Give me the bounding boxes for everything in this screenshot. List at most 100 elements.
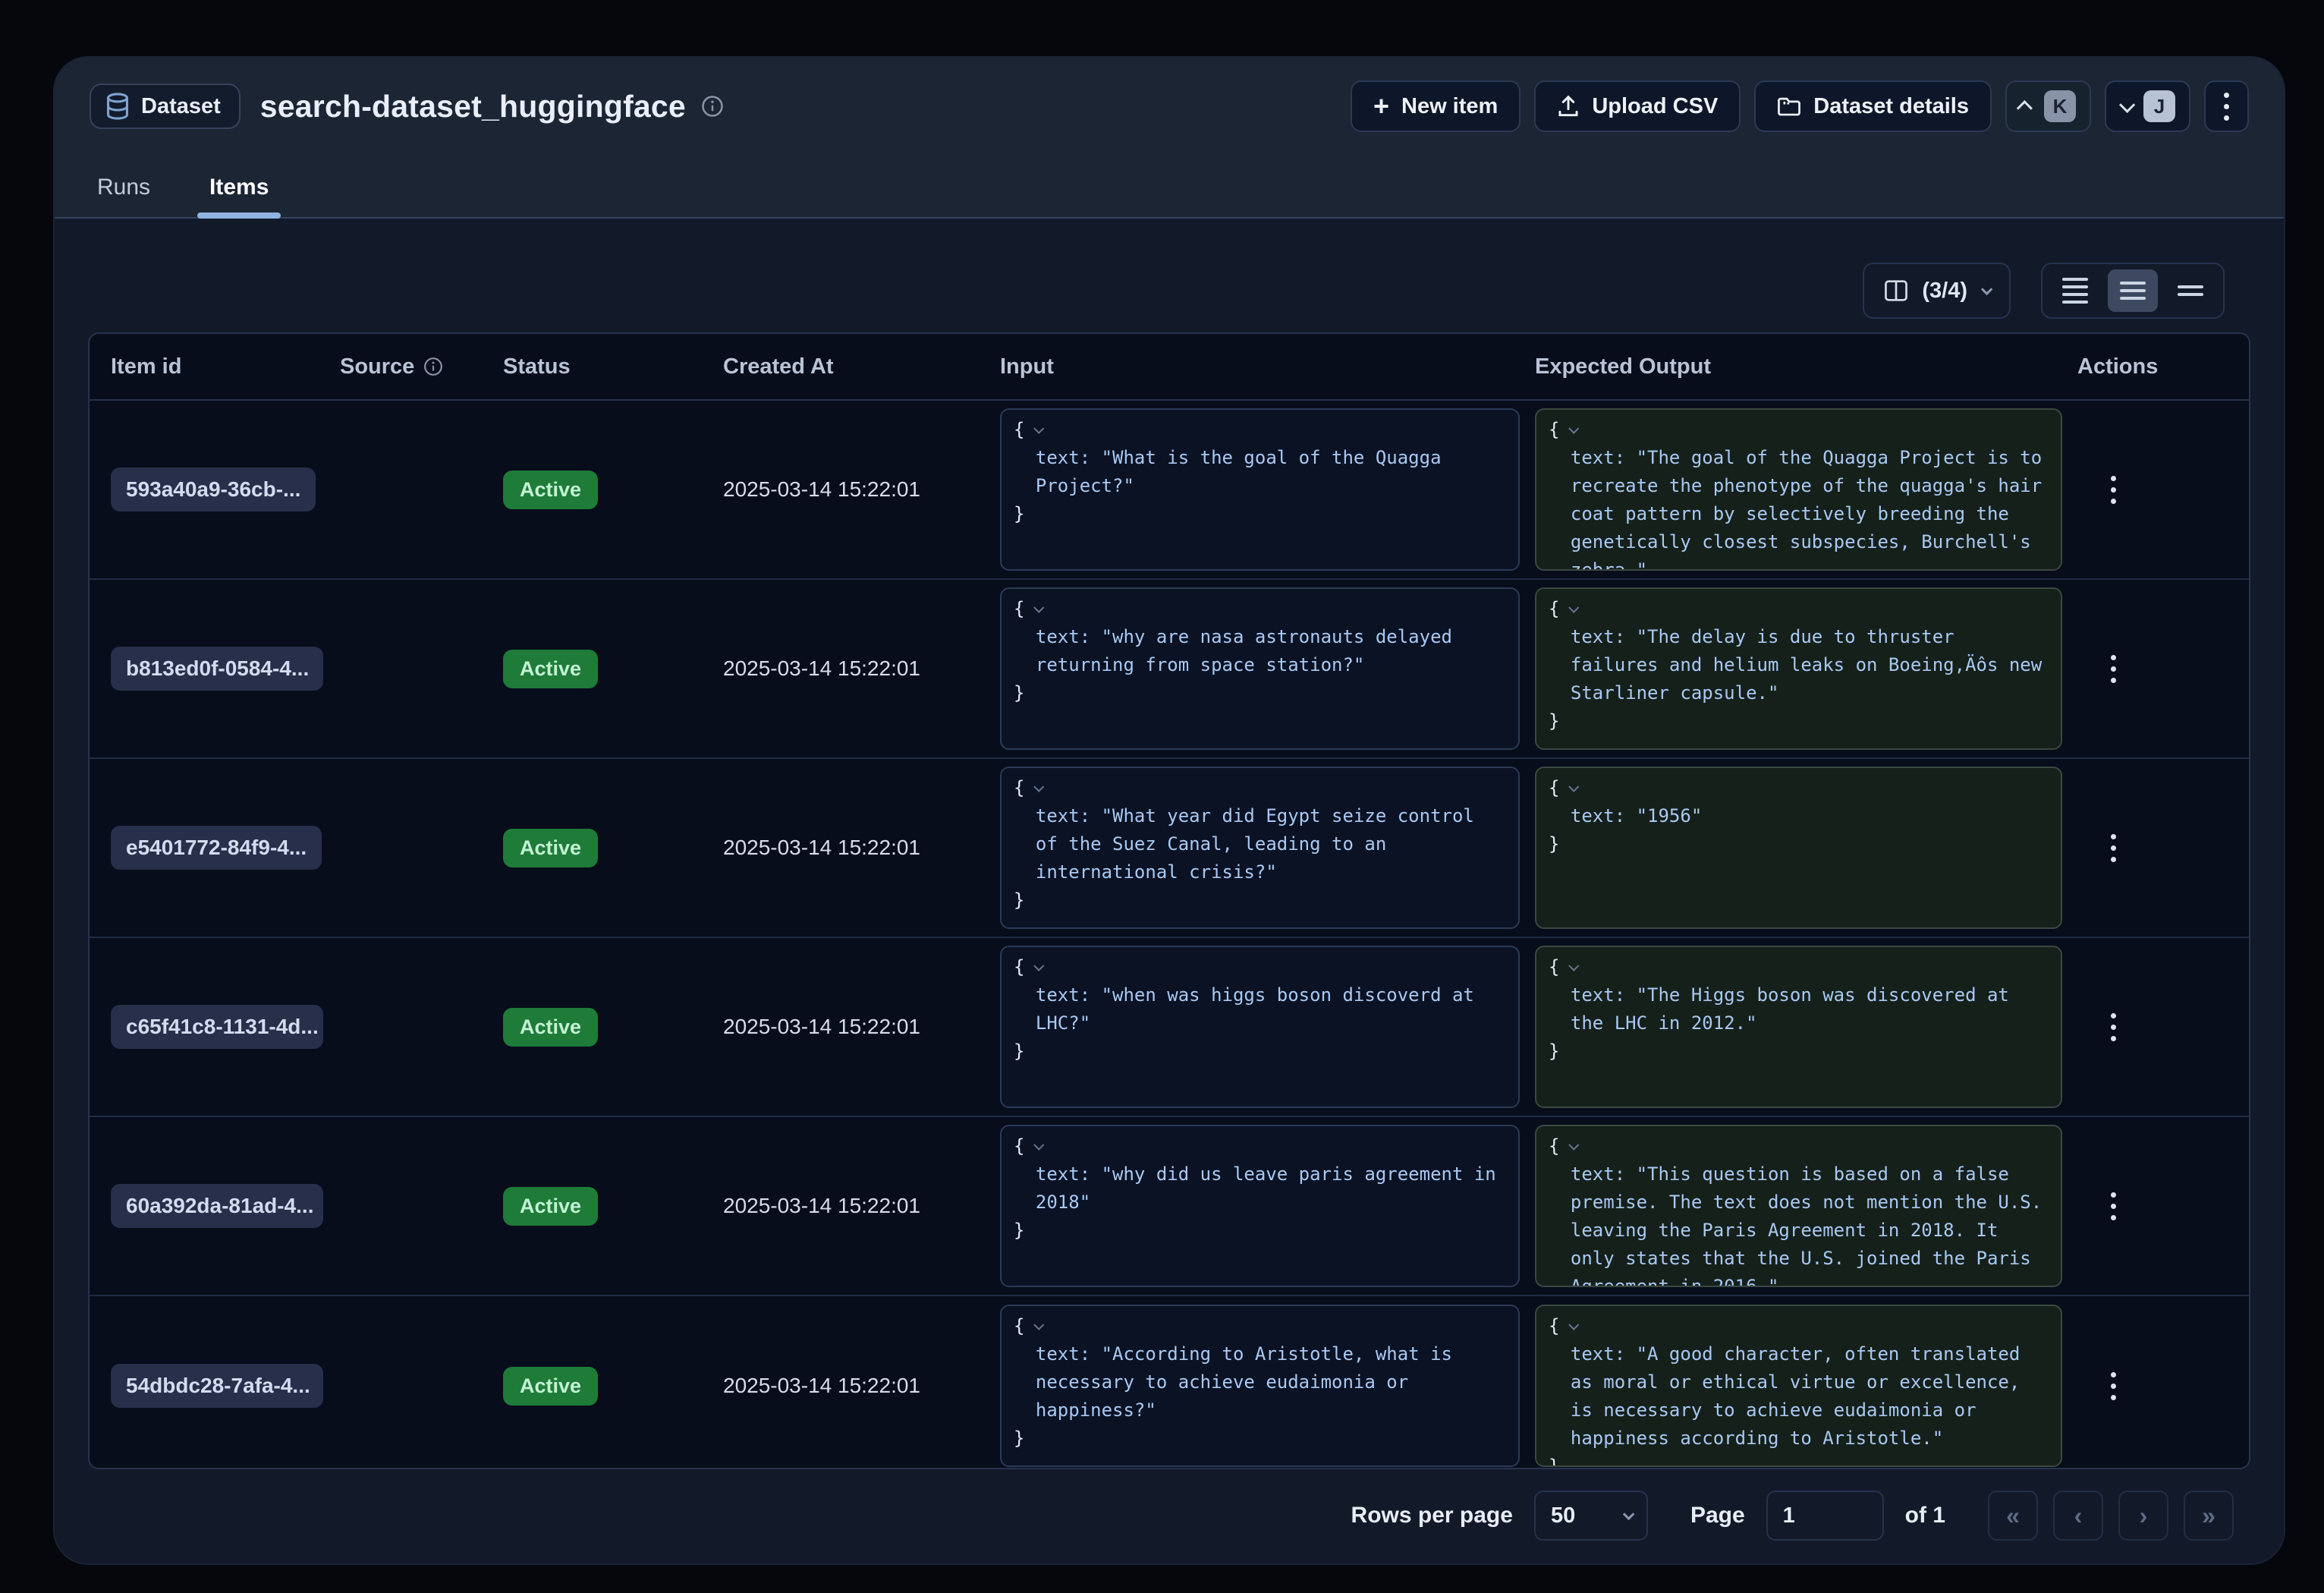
input-json-cell[interactable]: { text: "What is the goal of the Quagga … bbox=[1000, 408, 1520, 571]
rows-per-page-label: Rows per page bbox=[1351, 1503, 1513, 1528]
density-tall-option[interactable] bbox=[2165, 269, 2216, 312]
new-item-button[interactable]: + New item bbox=[1351, 80, 1521, 132]
first-page-button[interactable]: « bbox=[1988, 1491, 2038, 1541]
status-badge: Active bbox=[503, 650, 598, 688]
expected-output-json-cell[interactable]: { text: "The Higgs boson was discovered … bbox=[1535, 946, 2062, 1108]
input-json-cell[interactable]: { text: "According to Aristotle, what is… bbox=[1000, 1305, 1520, 1467]
pagination-bar: Rows per page 50 Page of 1 « ‹ › » bbox=[55, 1469, 2284, 1562]
row-actions-button[interactable] bbox=[2077, 476, 2250, 504]
tab-items[interactable]: Items bbox=[202, 175, 276, 217]
input-json-text: text: "why did us leave paris agreement … bbox=[1014, 1160, 1505, 1217]
more-options-button[interactable] bbox=[2204, 80, 2249, 132]
chevron-down-icon bbox=[1623, 1508, 1635, 1520]
item-id-pill[interactable]: c65f41c8-1131-4d... bbox=[111, 1005, 323, 1049]
expected-json-text: text: "The delay is due to thruster fail… bbox=[1549, 623, 2047, 707]
status-badge: Active bbox=[503, 471, 598, 509]
collapse-chevron-icon[interactable] bbox=[1034, 782, 1045, 792]
input-json-text: text: "why are nasa astronauts delayed r… bbox=[1014, 623, 1505, 679]
status-badge: Active bbox=[503, 1008, 598, 1047]
info-icon bbox=[423, 357, 443, 376]
item-id-pill[interactable]: 60a392da-81ad-4... bbox=[111, 1184, 323, 1228]
database-icon bbox=[105, 93, 131, 120]
table-row: 60a392da-81ad-4... Active 2025-03-14 15:… bbox=[90, 1117, 2249, 1296]
column-picker-button[interactable]: (3/4) bbox=[1863, 263, 2011, 319]
prev-shortcut-button[interactable]: K bbox=[2005, 80, 2091, 132]
input-json-cell[interactable]: { text: "What year did Egypt seize contr… bbox=[1000, 767, 1520, 929]
shortcut-key-j: J bbox=[2143, 90, 2175, 122]
page-number-input[interactable] bbox=[1766, 1491, 1884, 1541]
main-content: (3/4) Item id Source bbox=[55, 219, 2284, 1562]
collapse-chevron-icon[interactable] bbox=[1569, 423, 1580, 434]
input-json-cell[interactable]: { text: "when was higgs boson discoverd … bbox=[1000, 946, 1520, 1108]
collapse-chevron-icon[interactable] bbox=[1034, 1320, 1045, 1330]
next-page-button[interactable]: › bbox=[2118, 1491, 2168, 1541]
info-icon[interactable] bbox=[701, 95, 724, 118]
dataset-details-label: Dataset details bbox=[1813, 94, 1969, 119]
header: Dataset search-dataset_huggingface + New… bbox=[55, 58, 2284, 219]
dataset-details-button[interactable]: Dataset details bbox=[1754, 80, 1992, 132]
table-row: b813ed0f-0584-4... Active 2025-03-14 15:… bbox=[90, 580, 2249, 759]
chevron-up-icon bbox=[2017, 100, 2033, 116]
density-compact-option[interactable] bbox=[2050, 269, 2100, 312]
new-item-label: New item bbox=[1401, 94, 1498, 119]
tab-runs[interactable]: Runs bbox=[90, 175, 158, 217]
collapse-chevron-icon[interactable] bbox=[1034, 961, 1045, 971]
expected-output-json-cell[interactable]: { text: "The delay is due to thruster fa… bbox=[1535, 587, 2062, 750]
created-at-value: 2025-03-14 15:22:01 bbox=[723, 477, 1000, 502]
input-json-text: text: "when was higgs boson discoverd at… bbox=[1014, 981, 1505, 1037]
table-row: 54dbdc28-7afa-4... Active 2025-03-14 15:… bbox=[90, 1296, 2249, 1469]
collapse-chevron-icon[interactable] bbox=[1569, 782, 1580, 792]
row-actions-button[interactable] bbox=[2077, 834, 2250, 862]
input-json-cell[interactable]: { text: "why did us leave paris agreemen… bbox=[1000, 1125, 1520, 1287]
upload-csv-button[interactable]: Upload CSV bbox=[1534, 80, 1741, 132]
rows-per-page-value: 50 bbox=[1551, 1503, 1575, 1528]
tab-items-label: Items bbox=[209, 175, 269, 200]
app-window: Dataset search-dataset_huggingface + New… bbox=[55, 58, 2284, 1563]
collapse-chevron-icon[interactable] bbox=[1034, 603, 1045, 613]
expected-output-json-cell[interactable]: { text: "The goal of the Quagga Project … bbox=[1535, 408, 2062, 571]
page-title: search-dataset_huggingface bbox=[260, 89, 686, 124]
chevron-down-icon bbox=[1981, 283, 1993, 295]
collapse-chevron-icon[interactable] bbox=[1569, 961, 1580, 971]
item-id-pill[interactable]: 54dbdc28-7afa-4... bbox=[111, 1364, 323, 1408]
column-header-source: Source bbox=[340, 354, 503, 379]
rows-per-page-select[interactable]: 50 bbox=[1534, 1491, 1648, 1541]
input-json-cell[interactable]: { text: "why are nasa astronauts delayed… bbox=[1000, 587, 1520, 750]
table-row: e5401772-84f9-4... Active 2025-03-14 15:… bbox=[90, 759, 2249, 938]
row-actions-button[interactable] bbox=[2077, 1013, 2250, 1041]
next-shortcut-button[interactable]: J bbox=[2105, 80, 2190, 132]
collapse-chevron-icon[interactable] bbox=[1569, 603, 1580, 613]
four-lines-icon bbox=[2062, 278, 2088, 304]
input-json-text: text: "According to Aristotle, what is n… bbox=[1014, 1340, 1505, 1425]
created-at-value: 2025-03-14 15:22:01 bbox=[723, 656, 1000, 681]
expected-json-text: text: "The goal of the Quagga Project is… bbox=[1549, 444, 2047, 571]
column-header-actions: Actions bbox=[2077, 354, 2250, 379]
status-badge: Active bbox=[503, 1187, 598, 1226]
kebab-menu-icon bbox=[2219, 93, 2234, 121]
item-id-pill[interactable]: e5401772-84f9-4... bbox=[111, 826, 322, 870]
item-id-pill[interactable]: 593a40a9-36cb-... bbox=[111, 468, 316, 512]
tab-bar: Runs Items bbox=[90, 175, 276, 217]
table-row: c65f41c8-1131-4d... Active 2025-03-14 15… bbox=[90, 938, 2249, 1117]
item-id-pill[interactable]: b813ed0f-0584-4... bbox=[111, 647, 323, 691]
collapse-chevron-icon[interactable] bbox=[1034, 1140, 1045, 1151]
expected-output-json-cell[interactable]: { text: "1956" } bbox=[1535, 767, 2062, 929]
row-density-toggle bbox=[2041, 263, 2225, 319]
expected-json-text: text: "This question is based on a false… bbox=[1549, 1160, 2047, 1287]
density-medium-option[interactable] bbox=[2108, 269, 2158, 312]
collapse-chevron-icon[interactable] bbox=[1034, 423, 1045, 434]
expected-output-json-cell[interactable]: { text: "This question is based on a fal… bbox=[1535, 1125, 2062, 1287]
page-total-label: of 1 bbox=[1905, 1503, 1945, 1528]
collapse-chevron-icon[interactable] bbox=[1569, 1140, 1580, 1151]
row-actions-button[interactable] bbox=[2077, 1192, 2250, 1220]
expected-output-json-cell[interactable]: { text: "A good character, often transla… bbox=[1535, 1305, 2062, 1467]
column-header-expected-output: Expected Output bbox=[1535, 354, 2077, 379]
collapse-chevron-icon[interactable] bbox=[1569, 1320, 1580, 1330]
row-actions-button[interactable] bbox=[2077, 1372, 2250, 1400]
previous-page-button[interactable]: ‹ bbox=[2053, 1491, 2103, 1541]
row-actions-button[interactable] bbox=[2077, 655, 2250, 683]
last-page-button[interactable]: » bbox=[2184, 1491, 2234, 1541]
column-header-input: Input bbox=[1000, 354, 1535, 379]
created-at-value: 2025-03-14 15:22:01 bbox=[723, 1194, 1000, 1218]
tab-runs-label: Runs bbox=[97, 175, 150, 200]
